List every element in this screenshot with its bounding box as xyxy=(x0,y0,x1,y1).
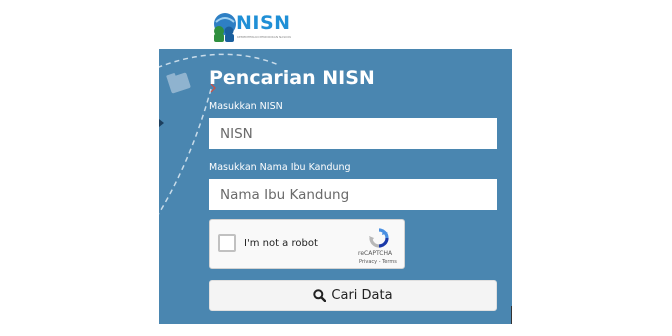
nisn-label: Masukkan NISN xyxy=(209,101,283,112)
search-button[interactable]: Cari Data xyxy=(209,280,497,311)
recaptcha-logo-icon xyxy=(369,228,389,248)
recaptcha-links[interactable]: Privacy - Terms xyxy=(359,259,397,265)
search-button-label: Cari Data xyxy=(331,288,393,303)
search-icon xyxy=(313,289,327,302)
divider xyxy=(511,306,512,324)
nisn-input[interactable] xyxy=(209,118,497,149)
search-panel: Pencarian NISN Masukkan NISN Masukkan Na… xyxy=(159,49,512,324)
page-title: Pencarian NISN xyxy=(209,67,375,89)
recaptcha-brand: reCAPTCHA xyxy=(358,250,393,257)
mother-name-input[interactable] xyxy=(209,179,497,210)
mother-name-label: Masukkan Nama Ibu Kandung xyxy=(209,162,351,173)
recaptcha-checkbox[interactable] xyxy=(218,234,236,252)
logo-tagline: KEMENTERIAN PENDIDIKAN NASIONAL xyxy=(237,36,291,39)
logo-text: NISN xyxy=(236,12,291,34)
recaptcha-checkbox-label: I'm not a robot xyxy=(244,238,318,249)
recaptcha-widget: I'm not a robot reCAPTCHA Privacy - Term… xyxy=(209,219,405,269)
nisn-logo-icon xyxy=(214,13,236,42)
nisn-logo: NISN KEMENTERIAN PENDIDIKAN NASIONAL xyxy=(210,10,291,44)
